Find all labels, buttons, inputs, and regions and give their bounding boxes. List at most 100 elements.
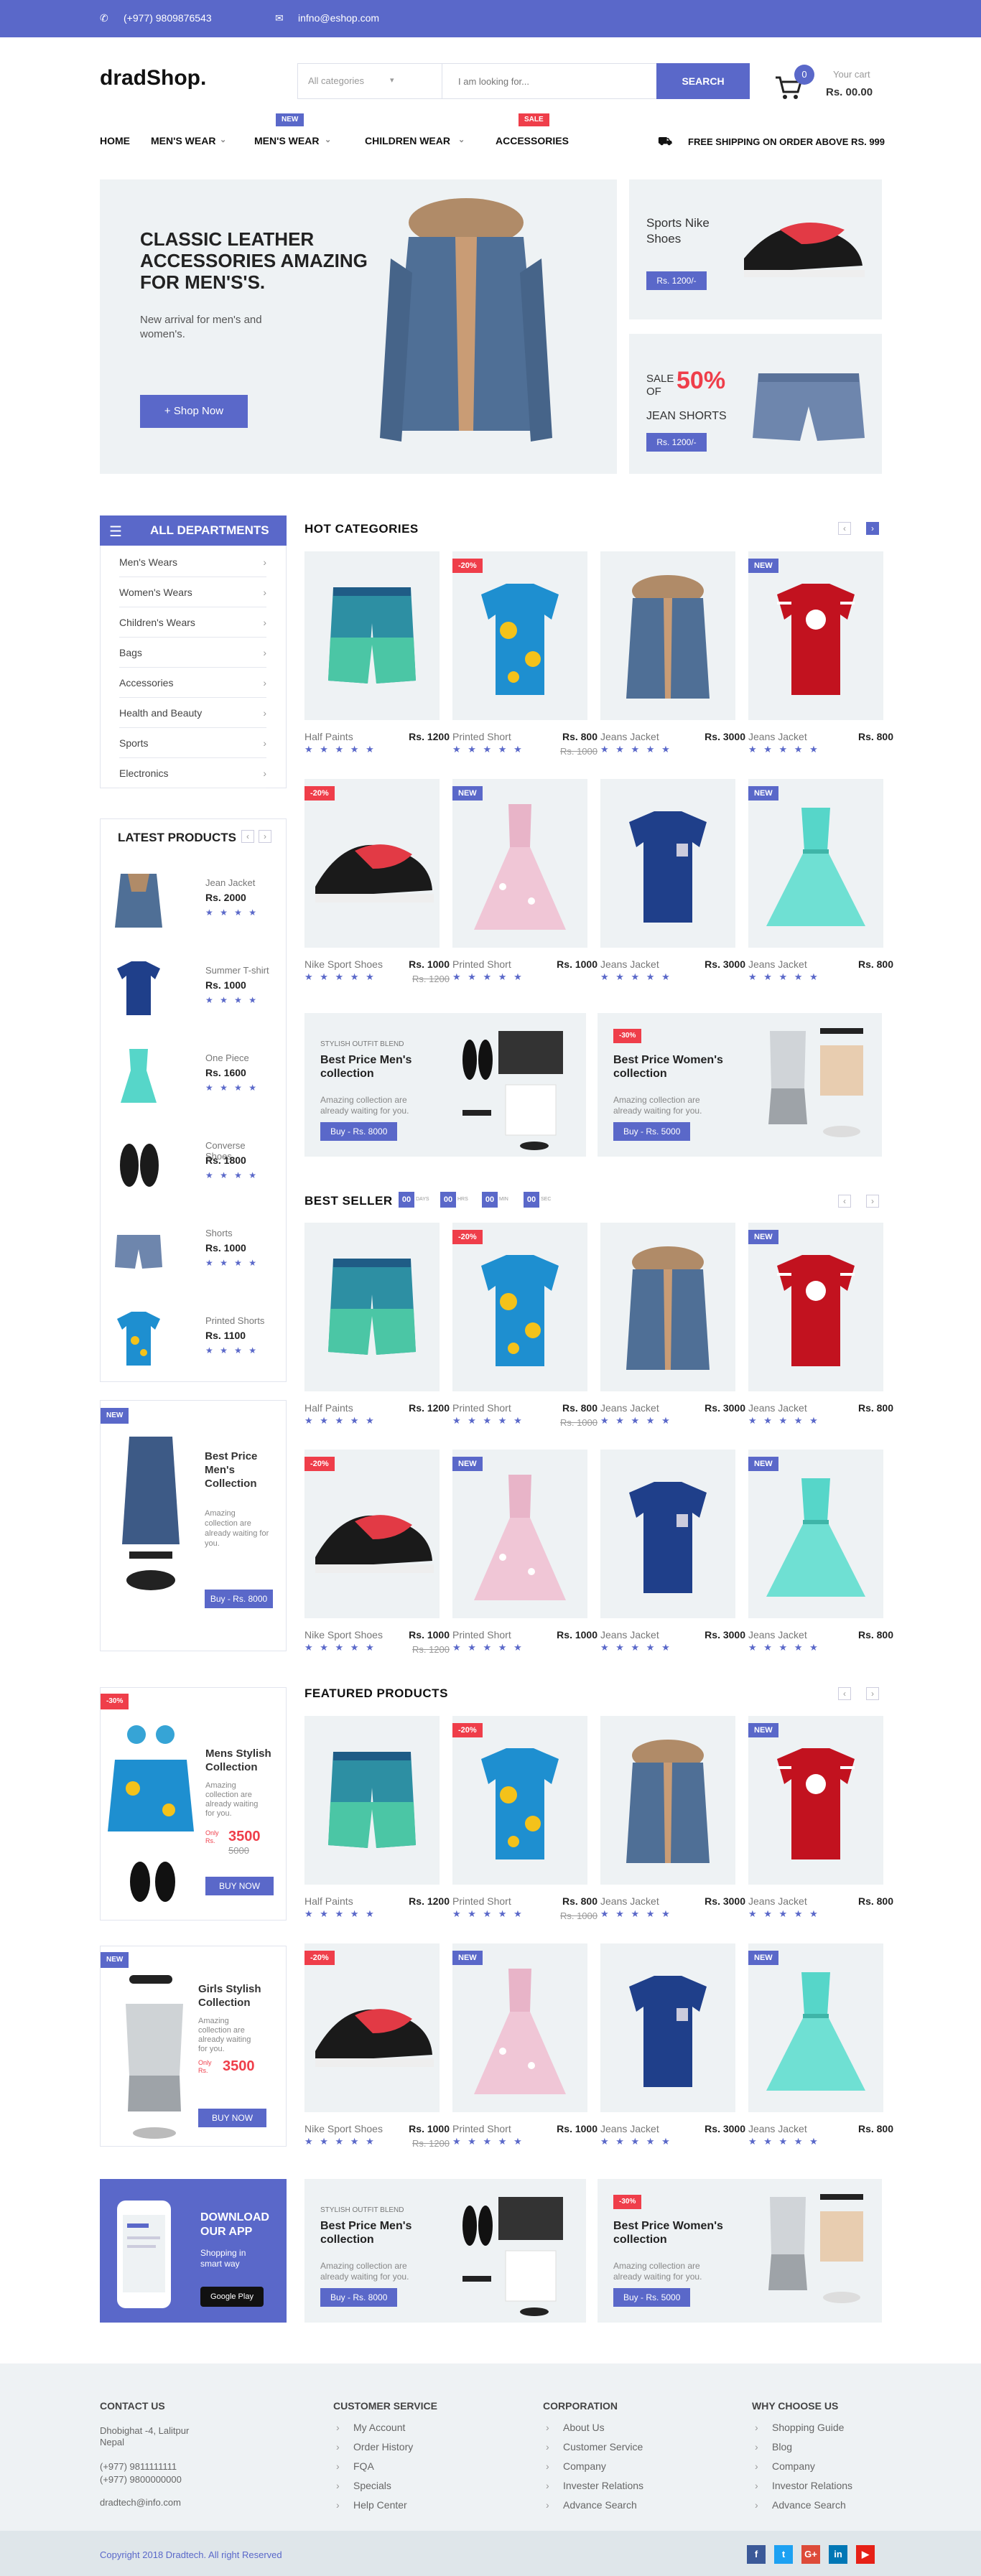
- latest-product[interactable]: Shorts Rs. 1000 ★ ★ ★ ★: [113, 1221, 271, 1285]
- departments-header[interactable]: ALL DEPARTMENTS: [100, 515, 287, 546]
- product-image[interactable]: [600, 1223, 735, 1391]
- product-image[interactable]: [304, 779, 440, 948]
- category-select[interactable]: All categories: [308, 75, 364, 86]
- product-name[interactable]: Nike Sport Shoes: [304, 1629, 383, 1641]
- side-promo-buy-button[interactable]: Buy - Rs. 8000: [205, 1590, 273, 1608]
- footer-link[interactable]: Investor Relations: [755, 2480, 852, 2491]
- product-image[interactable]: [452, 1450, 587, 1618]
- department-item[interactable]: Health and Beauty ›: [119, 698, 266, 728]
- footer-link[interactable]: Help Center: [336, 2499, 407, 2511]
- latest-product-name[interactable]: Summer T-shirt: [205, 965, 269, 976]
- promo-banner[interactable]: -30% Best Price Women's collection Amazing…: [598, 2179, 882, 2323]
- product-name[interactable]: Jeans Jacket: [748, 2123, 807, 2134]
- footer-link[interactable]: Blog: [755, 2441, 792, 2453]
- nav-mens-wear[interactable]: MEN'S WEAR: [151, 135, 215, 146]
- footer-link[interactable]: About Us: [546, 2422, 604, 2433]
- footer-phone-1[interactable]: (+977) 9811111111: [100, 2461, 177, 2472]
- latest-product-name[interactable]: Jean Jacket: [205, 877, 255, 888]
- department-item[interactable]: Electronics ›: [119, 758, 266, 788]
- shop-now-button[interactable]: + Shop Now: [140, 395, 248, 428]
- facebook-icon[interactable]: f: [747, 2545, 766, 2564]
- promo-buy-button[interactable]: Buy - Rs. 8000: [320, 1122, 398, 1141]
- promo-buy-button[interactable]: Buy - Rs. 8000: [320, 2288, 398, 2307]
- best-next-arrow[interactable]: ›: [866, 1195, 879, 1208]
- product-image[interactable]: [452, 1943, 587, 2112]
- footer-link[interactable]: Order History: [336, 2441, 413, 2453]
- best-prev-arrow[interactable]: ‹: [838, 1195, 851, 1208]
- product-image[interactable]: [600, 1943, 735, 2112]
- product-image[interactable]: [304, 551, 440, 720]
- product-image[interactable]: [748, 1450, 883, 1618]
- product-name[interactable]: Printed Short: [452, 2123, 511, 2134]
- search-button[interactable]: SEARCH: [656, 63, 750, 99]
- promo-nike-shoes[interactable]: Sports Nike Shoes Rs. 1200/-: [629, 179, 882, 319]
- product-name[interactable]: Printed Short: [452, 1402, 511, 1414]
- product-image[interactable]: [600, 551, 735, 720]
- product-name[interactable]: Nike Sport Shoes: [304, 958, 383, 970]
- cart[interactable]: 0 Your cart Rs. 00.00: [774, 65, 882, 101]
- product-name[interactable]: Half Paints: [304, 1895, 353, 1907]
- latest-product[interactable]: Printed Shorts Rs. 1100 ★ ★ ★ ★: [113, 1308, 271, 1373]
- download-app-panel[interactable]: DOWNLOAD OUR APP Shopping in smart way G…: [100, 2179, 287, 2323]
- footer-link[interactable]: My Account: [336, 2422, 406, 2433]
- footer-link[interactable]: Advance Search: [755, 2499, 846, 2511]
- featured-next-arrow[interactable]: ›: [866, 1687, 879, 1700]
- product-name[interactable]: Jeans Jacket: [600, 958, 659, 970]
- product-thumbnail[interactable]: [113, 1133, 164, 1194]
- product-image[interactable]: [304, 1223, 440, 1391]
- product-name[interactable]: Jeans Jacket: [748, 731, 807, 742]
- product-image[interactable]: [600, 779, 735, 948]
- product-name[interactable]: Jeans Jacket: [748, 1402, 807, 1414]
- nav-children-wear[interactable]: CHILDREN WEAR: [365, 135, 450, 146]
- featured-prev-arrow[interactable]: ‹: [838, 1687, 851, 1700]
- product-image[interactable]: [748, 1716, 883, 1885]
- department-item[interactable]: Accessories ›: [119, 668, 266, 698]
- footer-link[interactable]: Customer Service: [546, 2441, 643, 2453]
- footer-link[interactable]: Specials: [336, 2480, 391, 2491]
- product-name[interactable]: Nike Sport Shoes: [304, 2123, 383, 2134]
- product-image[interactable]: [748, 1943, 883, 2112]
- product-image[interactable]: [452, 1716, 587, 1885]
- twitter-icon[interactable]: t: [774, 2545, 793, 2564]
- topbar-phone[interactable]: (+977) 9809876543: [124, 12, 212, 24]
- nav-mens-wear-2[interactable]: MEN'S WEAR: [254, 135, 319, 146]
- site-logo[interactable]: dradShop.: [100, 66, 206, 90]
- product-image[interactable]: [304, 1943, 440, 2112]
- product-name[interactable]: Jeans Jacket: [600, 731, 659, 742]
- product-thumbnail[interactable]: [113, 958, 164, 1019]
- side1-price[interactable]: Rs. 1200/-: [646, 271, 707, 290]
- product-thumbnail[interactable]: [113, 870, 164, 931]
- latest-product-name[interactable]: Printed Shorts: [205, 1315, 264, 1326]
- product-image[interactable]: [304, 1450, 440, 1618]
- product-image[interactable]: [600, 1450, 735, 1618]
- product-image[interactable]: [748, 779, 883, 948]
- product-name[interactable]: Jeans Jacket: [748, 1629, 807, 1641]
- side-promo-girls[interactable]: NEW Girls Stylish Collection Amazing col…: [100, 1946, 287, 2147]
- nav-accessories[interactable]: ACCESSORIES: [496, 135, 569, 146]
- footer-phone-2[interactable]: (+977) 9800000000: [100, 2474, 182, 2485]
- department-item[interactable]: Bags ›: [119, 638, 266, 668]
- latest-product[interactable]: Summer T-shirt Rs. 1000 ★ ★ ★ ★: [113, 958, 271, 1022]
- department-item[interactable]: Children's Wears ›: [119, 607, 266, 638]
- product-image[interactable]: [452, 551, 587, 720]
- nav-home[interactable]: HOME: [100, 135, 130, 146]
- product-name[interactable]: Printed Short: [452, 1629, 511, 1641]
- buy-now-button[interactable]: BUY NOW: [205, 1877, 274, 1895]
- product-name[interactable]: Half Paints: [304, 731, 353, 742]
- promo-banner[interactable]: -30% Best Price Women's collection Amazing…: [598, 1013, 882, 1157]
- product-name[interactable]: Jeans Jacket: [600, 1895, 659, 1907]
- footer-link[interactable]: Company: [546, 2460, 606, 2472]
- product-image[interactable]: [452, 779, 587, 948]
- product-name[interactable]: Jeans Jacket: [600, 1402, 659, 1414]
- latest-product-name[interactable]: Shorts: [205, 1228, 233, 1238]
- side2-price[interactable]: Rs. 1200/-: [646, 433, 707, 452]
- product-image[interactable]: [600, 1716, 735, 1885]
- footer-link[interactable]: Shopping Guide: [755, 2422, 845, 2433]
- footer-email[interactable]: dradtech@info.com: [100, 2497, 181, 2508]
- google-plus-icon[interactable]: G+: [801, 2545, 820, 2564]
- product-name[interactable]: Printed Short: [452, 958, 511, 970]
- product-name[interactable]: Half Paints: [304, 1402, 353, 1414]
- promo-banner[interactable]: STYLISH OUTFIT BLEND Best Price Men's col…: [304, 2179, 586, 2323]
- promo-banner[interactable]: STYLISH OUTFIT BLEND Best Price Men's col…: [304, 1013, 586, 1157]
- product-thumbnail[interactable]: [113, 1308, 164, 1369]
